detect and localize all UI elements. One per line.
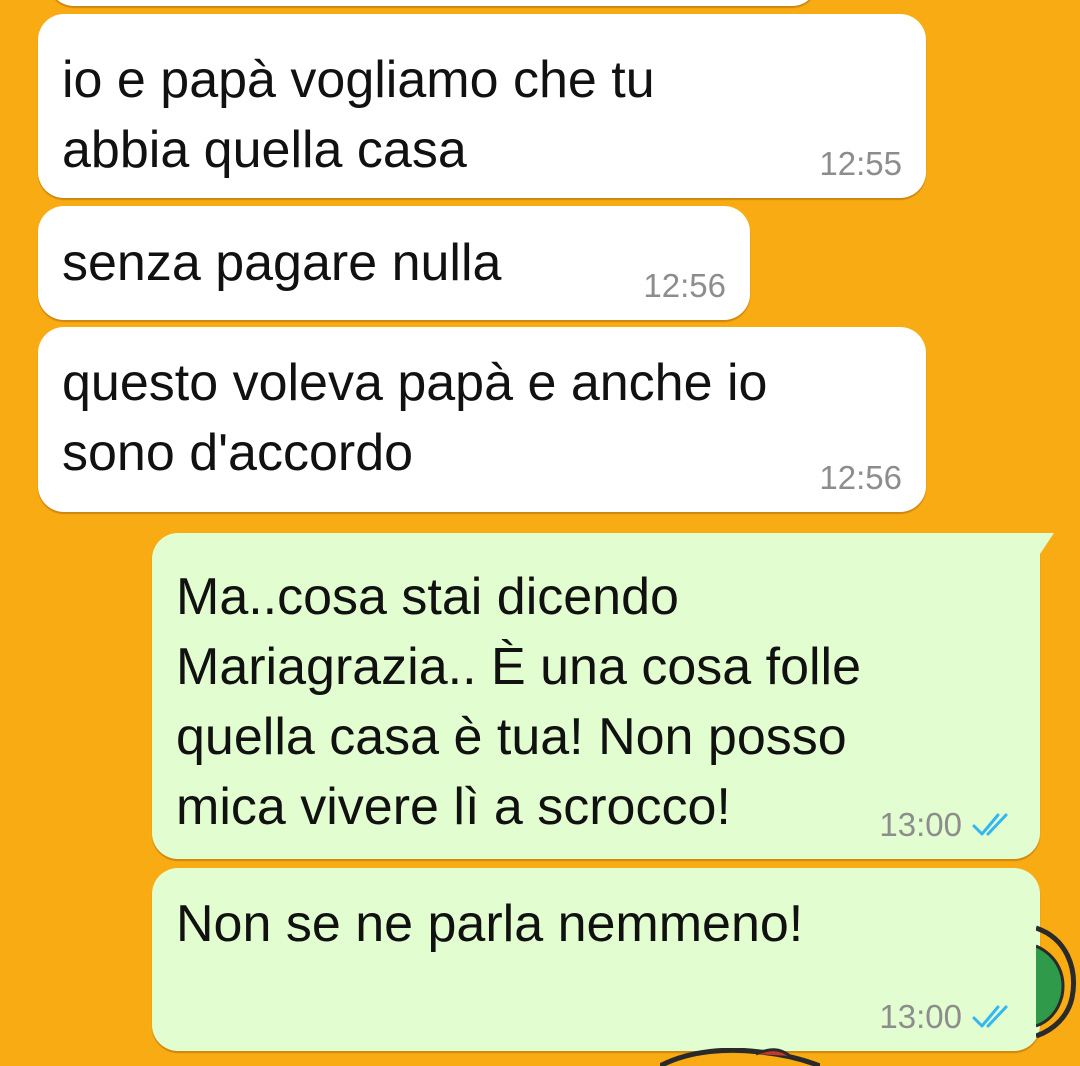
message-line: Ma..cosa stai dicendo: [176, 568, 679, 626]
message-text: senza pagare nulla: [62, 228, 501, 298]
message-line: senza pagare nulla: [62, 234, 502, 292]
message-meta: 13:00: [879, 997, 1016, 1037]
incoming-message-bubble[interactable]: io e papà vogliamo che tu abbia quella c…: [38, 14, 926, 198]
message-line: abbia quella casa: [62, 121, 467, 179]
message-timestamp: 12:55: [819, 145, 902, 182]
previous-message-bubble[interactable]: [48, 0, 818, 6]
message-text: Non se ne parla nemmeno!: [176, 889, 803, 959]
message-meta: 12:56: [643, 266, 726, 306]
message-timestamp: 12:56: [819, 459, 902, 496]
outgoing-message-bubble[interactable]: Ma..cosa stai dicendo Mariagrazia.. È un…: [152, 533, 1054, 859]
wallpaper-doodle-icon: [1036, 925, 1076, 1038]
message-timestamp: 13:00: [879, 998, 962, 1035]
incoming-message-bubble[interactable]: questo voleva papà e anche io sono d'acc…: [38, 327, 926, 512]
message-line: sono d'accordo: [62, 424, 414, 482]
message-line: questo voleva papà e anche io: [62, 354, 768, 412]
message-text: questo voleva papà e anche io sono d'acc…: [62, 348, 767, 488]
chat-area[interactable]: io e papà vogliamo che tu abbia quella c…: [0, 0, 1080, 1066]
message-line: mica vivere lì a scrocco!: [176, 778, 731, 836]
message-timestamp: 13:00: [879, 806, 962, 843]
message-timestamp: 12:56: [643, 267, 726, 304]
message-line: Non se ne parla nemmeno!: [176, 895, 804, 953]
wallpaper-doodle-icon: [660, 1048, 820, 1066]
message-line: io e papà vogliamo che tu: [62, 51, 655, 109]
message-meta: 12:56: [819, 458, 902, 498]
message-meta: 13:00: [879, 805, 1016, 845]
message-line: quella casa è tua! Non posso: [176, 708, 847, 766]
message-text: Ma..cosa stai dicendo Mariagrazia.. È un…: [176, 562, 861, 842]
message-line: Mariagrazia.. È una cosa folle: [176, 638, 862, 696]
double-check-read-icon: [972, 813, 1008, 836]
message-meta: 12:55: [819, 144, 902, 184]
incoming-message-bubble[interactable]: senza pagare nulla 12:56: [38, 206, 750, 320]
bubble-tail: [1024, 533, 1054, 557]
double-check-read-icon: [972, 1005, 1008, 1028]
outgoing-message-bubble[interactable]: Non se ne parla nemmeno! 13:00: [152, 868, 1040, 1051]
message-text: io e papà vogliamo che tu abbia quella c…: [62, 45, 655, 185]
